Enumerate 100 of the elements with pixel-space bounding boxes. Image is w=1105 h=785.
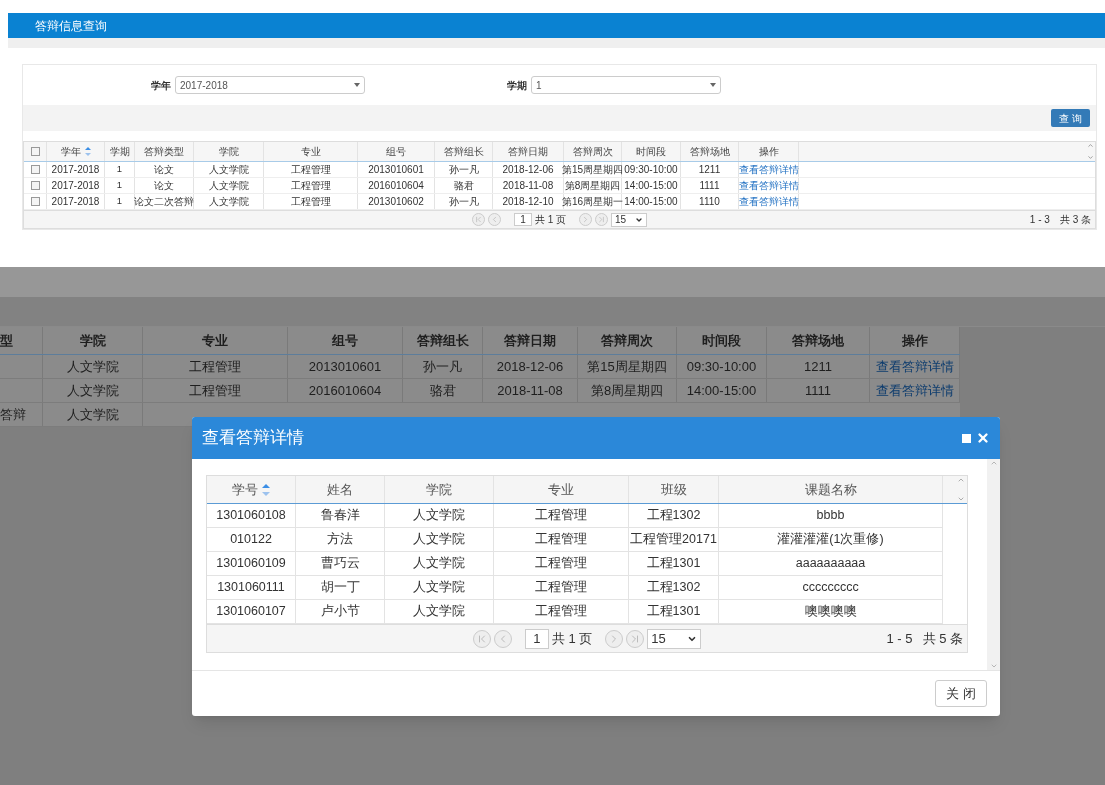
- table-cell-text: 人文学院: [66, 381, 119, 400]
- last-page-button[interactable]: [626, 629, 645, 648]
- table-cell-text: 2016010604: [308, 381, 382, 400]
- table-cell-text: 工程1301: [646, 603, 701, 621]
- table-cell-text: 1110: [699, 195, 720, 209]
- first-page-button[interactable]: [471, 213, 485, 226]
- close-button[interactable]: 关 闭: [935, 680, 987, 707]
- table-cell-text: 工程1302: [646, 507, 701, 525]
- table-cell-text: 14:00-15:00: [624, 179, 678, 193]
- table-cell-text: 1111: [699, 179, 720, 193]
- next-page-button[interactable]: [605, 629, 624, 648]
- column-header[interactable]: 学号: [207, 476, 296, 503]
- column-header: 专业: [202, 331, 228, 350]
- sort-icon[interactable]: [84, 147, 91, 156]
- scroll-up-icon[interactable]: [989, 459, 998, 467]
- column-header: 型: [0, 331, 13, 350]
- scroll-down-icon[interactable]: [1087, 154, 1094, 161]
- table-cell-text: 2018-12-06: [496, 357, 564, 376]
- table-cell-text: 工程管理: [535, 603, 587, 621]
- table-cell-text: 工程管理: [535, 507, 587, 525]
- scroll-up-icon[interactable]: [957, 476, 965, 484]
- column-header[interactable]: 学院: [194, 142, 264, 161]
- table-cell-text: 2016010604: [368, 179, 424, 193]
- query-button[interactable]: 查 询: [1051, 109, 1090, 127]
- checkbox[interactable]: [30, 197, 40, 206]
- scroll-down-icon[interactable]: [957, 495, 965, 503]
- column-header[interactable]: 答辩日期: [493, 142, 564, 161]
- table-cell-text: 2017-2018: [51, 179, 100, 193]
- table-cell-text: 1111: [805, 381, 831, 400]
- column-header[interactable]: 专业: [494, 476, 629, 503]
- table-cell-text: 人文学院: [66, 405, 119, 424]
- column-header[interactable]: 答辩周次: [564, 142, 622, 161]
- table-cell-text: 工程管理: [189, 357, 241, 376]
- previous-page-button[interactable]: [487, 213, 501, 226]
- previous-page-button[interactable]: [493, 629, 512, 648]
- column-header[interactable]: 课题名称: [719, 476, 943, 503]
- page-size-select[interactable]: 15: [611, 212, 648, 227]
- table-cell-text: 论文: [154, 179, 174, 193]
- close-icon[interactable]: [976, 431, 990, 445]
- column-header[interactable]: 组号: [358, 142, 435, 161]
- column-header: 答辩场地: [792, 331, 844, 350]
- page-title: 答辩信息查询: [35, 17, 107, 35]
- column-header[interactable]: 姓名: [296, 476, 385, 503]
- first-page-button[interactable]: [472, 629, 491, 648]
- view-details-link[interactable]: 查看答辩详情: [738, 194, 799, 209]
- filter-select[interactable]: 2017-2018: [175, 76, 365, 94]
- table-cell-text: 孙一凡: [448, 163, 479, 177]
- column-header[interactable]: 答辩类型: [135, 142, 194, 161]
- table-cell-text: 1301060109: [216, 555, 286, 573]
- column-header[interactable]: 答辩场地: [681, 142, 739, 161]
- table-cell-text: 人文学院: [66, 357, 119, 376]
- table-cell-text: ccccccccc: [802, 579, 859, 597]
- table-cell-text: 1301060107: [216, 603, 286, 621]
- column-header: 组号: [332, 331, 358, 350]
- table-cell-text: 鲁春洋: [320, 507, 360, 525]
- table-cell-text: 工程1301: [646, 555, 701, 573]
- column-header[interactable]: 学院: [385, 476, 494, 503]
- table-cell-text: 人文学院: [413, 507, 465, 525]
- table-cell-text: 人文学院: [208, 163, 249, 177]
- table-cell-text: 曹巧云: [320, 555, 360, 573]
- view-details-link[interactable]: 查看答辩详情: [738, 162, 799, 177]
- table-cell-text: 人文学院: [413, 531, 465, 549]
- table-cell-text: 2013010601: [308, 357, 382, 376]
- table-cell-text: 工程管理: [535, 531, 587, 549]
- page-number-field[interactable]: 1: [513, 213, 532, 226]
- column-header[interactable]: 操作: [739, 142, 799, 161]
- column-header[interactable]: 时间段: [622, 142, 681, 161]
- sort-icon[interactable]: [262, 483, 270, 496]
- maximize-icon[interactable]: [962, 433, 971, 443]
- table-cell-text: bbbb: [816, 507, 845, 525]
- scroll-down-icon[interactable]: [989, 662, 998, 670]
- last-page-button[interactable]: [595, 213, 609, 226]
- table-cell: 1: [116, 162, 123, 177]
- checkbox[interactable]: [30, 181, 40, 190]
- table-cell-text: 人文学院: [208, 179, 249, 193]
- filter-select[interactable]: 1: [531, 76, 721, 94]
- table-cell-text: 卢小节: [320, 603, 360, 621]
- filter-label: 学年: [151, 78, 172, 93]
- table-cell-text: 噢噢噢噢: [804, 603, 857, 621]
- column-header[interactable]: 答辩组长: [435, 142, 493, 161]
- column-header[interactable]: 学年: [47, 142, 105, 161]
- table-cell-text: 第15周星期四: [587, 357, 667, 376]
- table-cell-text: 灌灌灌灌(1次重修): [777, 531, 884, 549]
- table-cell-text: 2018-11-08: [497, 381, 563, 400]
- page-size-select[interactable]: 15: [647, 628, 702, 649]
- checkbox[interactable]: [30, 165, 40, 174]
- page-count: 共 1 页: [551, 629, 593, 648]
- column-header: 答辩组长: [416, 331, 469, 350]
- column-header[interactable]: 班级: [629, 476, 719, 503]
- record-range: 1 - 3: [1029, 213, 1050, 227]
- checkbox[interactable]: [30, 147, 40, 156]
- column-header[interactable]: 专业: [264, 142, 358, 161]
- view-details-link[interactable]: 查看答辩详情: [738, 178, 799, 193]
- next-page-button[interactable]: [579, 213, 593, 226]
- column-header: 操作: [901, 331, 928, 350]
- caret-icon: [354, 83, 360, 87]
- page-number-field[interactable]: 1: [524, 628, 549, 649]
- table-cell-text: 工程管理: [535, 555, 587, 573]
- scroll-up-icon[interactable]: [1087, 142, 1094, 149]
- column-header[interactable]: 学期: [105, 142, 135, 161]
